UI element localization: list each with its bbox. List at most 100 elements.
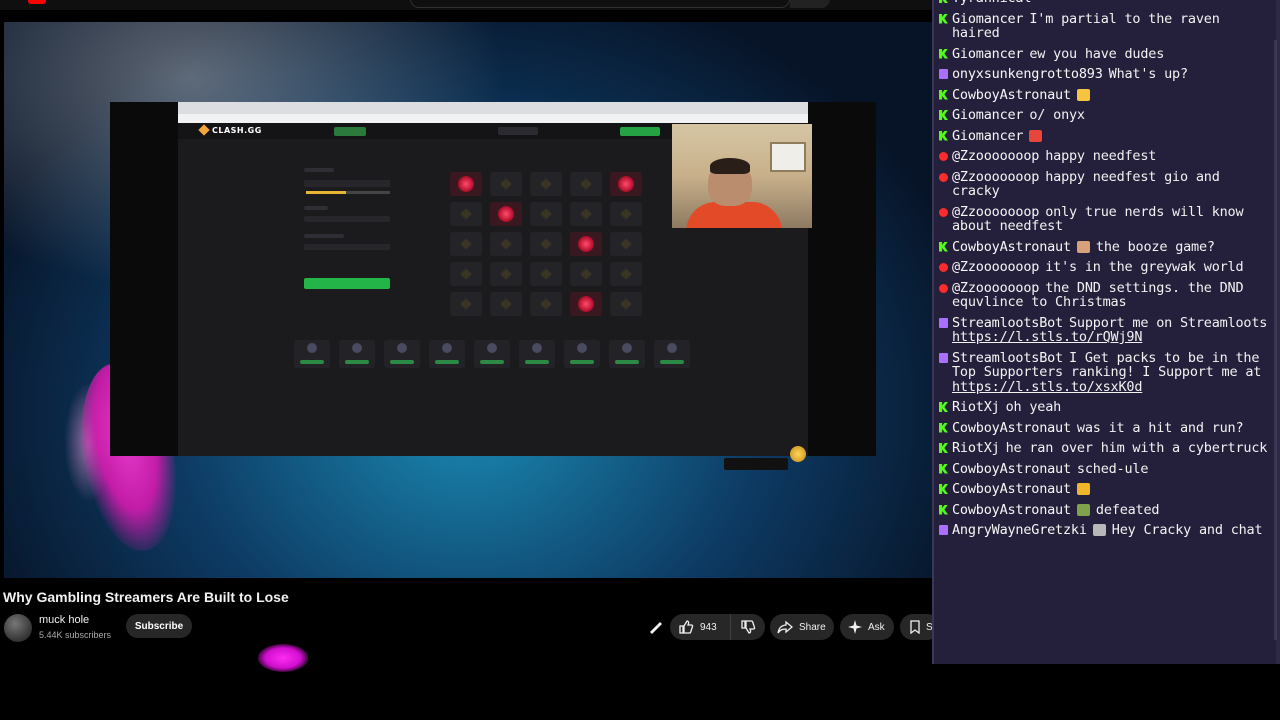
grid-cell <box>490 232 522 256</box>
grid-cell-gem <box>450 172 482 196</box>
thumbs-down-icon <box>740 619 756 635</box>
twitch-platform-icon <box>939 525 948 535</box>
chat-link[interactable]: https://l.stls.to/rQWj9N <box>952 329 1142 345</box>
grid-size-options <box>304 216 390 222</box>
chat-username: @Zzooooooop <box>952 259 1040 275</box>
yt-platform-icon <box>939 263 948 272</box>
chat-message: Giomancer o/ onyx <box>939 108 1273 123</box>
play-button <box>304 278 390 289</box>
game-notification <box>724 458 788 470</box>
chat-username: RiotXj <box>952 399 1000 415</box>
kick-platform-icon <box>939 89 948 100</box>
chat-username: CowboyAstronaut <box>952 238 1071 255</box>
site-logo: CLASH.GG <box>200 126 262 135</box>
streamer-hair <box>710 158 750 174</box>
grid-cell <box>530 262 562 286</box>
grid-cell <box>610 262 642 286</box>
recent-bet-item <box>474 340 510 368</box>
chat-text: was it a hit and run? <box>1076 419 1244 436</box>
stream-area: CLASH.GG Why Gambling Streamers Are Buil… <box>0 0 932 720</box>
chat-message: AngryWayneGretzki Hey Cracky and chat <box>939 523 1273 538</box>
kick-platform-icon <box>939 484 948 494</box>
chat-message: @Zzooooooop happy needfest gio and cracky <box>939 169 1273 199</box>
paintbrush-icon[interactable] <box>648 620 664 640</box>
search-button[interactable] <box>790 0 830 8</box>
like-count: 943 <box>700 621 717 633</box>
subscriber-count: 5.44K subscribers <box>39 630 112 640</box>
chat-link[interactable]: https://l.stls.to/xsxK0d <box>952 379 1142 395</box>
chat-message: StreamlootsBot I Get packs to be in the T… <box>939 350 1273 395</box>
chat-message: CowboyAstronaut <box>939 86 1273 103</box>
chat-message: Giomancer <box>939 128 1273 144</box>
like-button[interactable]: 943 <box>670 614 730 640</box>
youtube-logo-icon[interactable] <box>28 0 46 4</box>
grid-cell-gem <box>570 232 602 256</box>
yt-platform-icon <box>939 207 948 217</box>
bookmark-icon <box>908 620 922 634</box>
chat-message: CowboyAstronaut defeated <box>939 502 1273 518</box>
webcam-background-window <box>770 142 806 172</box>
chat-username: CowboyAstronaut <box>952 460 1071 477</box>
chat-username: RiotXj <box>952 440 1000 456</box>
bet-amount-field <box>304 180 390 187</box>
chat-message: StreamlootsBot Support me on Streamloots h… <box>939 315 1273 345</box>
chat-message: RiotXj he ran over him with a cybertruck <box>939 441 1273 456</box>
channel-name[interactable]: muck hole <box>39 614 89 626</box>
grid-cell <box>610 202 642 226</box>
recent-bet-item <box>609 340 645 368</box>
chat-username: Giomancer <box>952 107 1024 123</box>
search-input[interactable] <box>410 0 790 8</box>
magenta-cursor-overlay <box>258 644 308 672</box>
emote-cheer-icon <box>1076 483 1090 495</box>
recent-bet-item <box>564 340 600 368</box>
browser-address-bar <box>178 114 808 123</box>
kick-platform-icon <box>939 130 948 141</box>
recent-bet-item <box>339 340 375 368</box>
chat-scrollbar[interactable] <box>1274 40 1277 640</box>
kick-platform-icon <box>939 443 948 453</box>
recent-bet-item <box>519 340 555 368</box>
grid-cell <box>490 262 522 286</box>
grid-cell-gem <box>570 292 602 316</box>
chat-message: CowboyAstronaut was it a hit and run? <box>939 419 1273 436</box>
chat-message: RiotXj oh yeah <box>939 400 1273 415</box>
thumbs-up-icon <box>678 619 694 635</box>
chat-username: CowboyAstronaut <box>952 419 1071 436</box>
emote-heart-icon <box>1029 129 1043 142</box>
share-label: Share <box>799 621 826 633</box>
chat-text: ew you have dudes <box>1029 45 1165 62</box>
chat-username: @Zzooooooop <box>952 148 1040 164</box>
mines-label <box>304 234 344 238</box>
empty-region <box>932 664 1280 720</box>
chat-text: What's up? <box>1108 66 1188 82</box>
yt-platform-icon <box>939 152 948 161</box>
mines-slider <box>304 244 390 250</box>
chat-username: AngryWayneGretzki <box>952 522 1087 538</box>
recent-bet-item <box>384 340 420 368</box>
chat-text: o/ onyx <box>1029 107 1085 123</box>
coin-icon <box>790 446 806 462</box>
chat-username: CowboyAstronaut <box>952 481 1071 497</box>
balance-display <box>498 127 538 135</box>
dislike-button[interactable] <box>730 614 764 640</box>
browser-tab-bar <box>178 102 808 114</box>
grid-cell <box>610 232 642 256</box>
ask-button[interactable]: Ask <box>840 614 894 640</box>
chat-text: he ran over him with a cybertruck <box>1005 440 1268 456</box>
chat-message: @Zzooooooop the DND settings. the DND equ… <box>939 280 1273 310</box>
chat-message: Tyrannical <box>939 0 1273 6</box>
share-button[interactable]: Share <box>770 614 834 640</box>
chat-username: onyxsunkengrotto893 <box>952 66 1103 82</box>
save-button[interactable]: S <box>900 614 932 640</box>
kick-platform-icon <box>939 422 948 433</box>
chat-text: happy needfest <box>1045 148 1157 164</box>
chat-message: CowboyAstronaut the booze game? <box>939 238 1273 255</box>
chat-message: @Zzooooooop happy needfest <box>939 149 1273 164</box>
avatar[interactable] <box>4 614 32 642</box>
subscribe-button[interactable]: Subscribe <box>126 614 192 638</box>
grid-cell-gem <box>490 202 522 226</box>
grid-cell <box>530 292 562 316</box>
grid-size-label <box>304 206 328 210</box>
chat-username: CowboyAstronaut <box>952 86 1071 103</box>
yt-platform-icon <box>939 172 948 182</box>
